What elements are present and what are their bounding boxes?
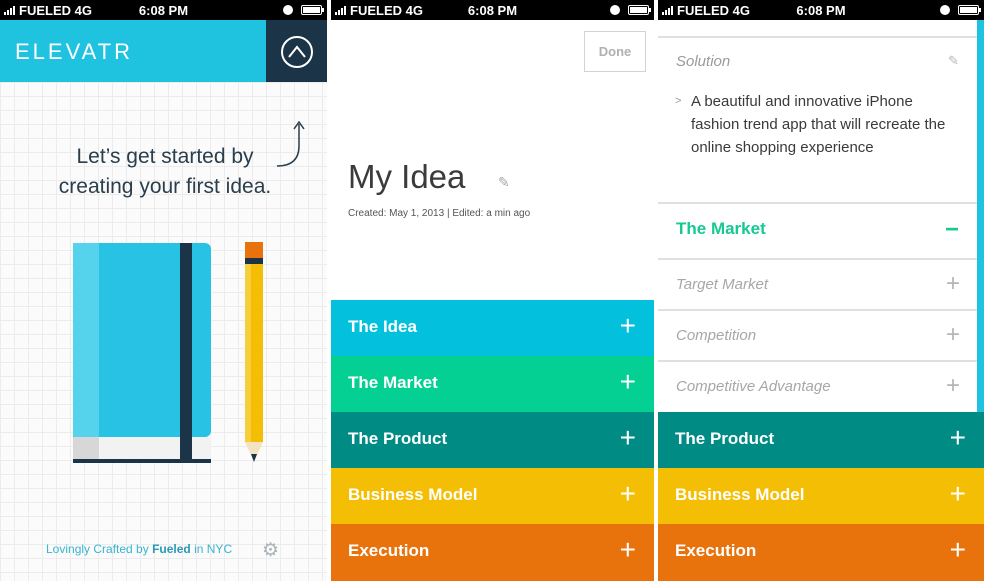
plus-icon[interactable]: +: [620, 423, 636, 453]
plus-icon[interactable]: +: [950, 423, 966, 453]
gear-icon[interactable]: ⚙: [262, 539, 279, 562]
section-label: The Product: [348, 429, 448, 448]
pencil-edit-icon[interactable]: ✎: [948, 53, 959, 69]
done-button[interactable]: Done: [584, 31, 646, 72]
status-time: 6:08 PM: [467, 3, 518, 18]
divider: [658, 258, 977, 260]
subsection-competitive-advantage[interactable]: Competitive Advantage: [676, 378, 831, 395]
status-bar: FUELED 4G 6:08 PM: [658, 0, 984, 20]
section-label: The Market: [348, 373, 438, 392]
welcome-line-2: creating your first idea.: [58, 175, 272, 198]
section-label: Business Model: [675, 485, 805, 504]
plus-icon[interactable]: +: [950, 535, 966, 565]
plus-icon[interactable]: +: [946, 321, 960, 349]
idea-screen: FUELED 4G 6:08 PM Done My Idea ✎ Created…: [331, 0, 654, 581]
up-button[interactable]: [266, 20, 327, 82]
plus-icon[interactable]: +: [620, 311, 636, 341]
section-the-product[interactable]: The Product +: [331, 412, 654, 468]
section-the-product[interactable]: The Product +: [658, 412, 984, 468]
divider: [658, 36, 977, 38]
battery-icon: [628, 5, 651, 15]
section-business-model[interactable]: Business Model +: [331, 468, 654, 524]
subsection-target-market[interactable]: Target Market: [676, 276, 768, 293]
welcome-message: Let’s get started by creating your first…: [20, 142, 310, 202]
status-time: 6:08 PM: [796, 3, 846, 18]
idea-title[interactable]: My Idea: [348, 158, 465, 196]
status-bar: FUELED 4G 6:08 PM: [331, 0, 654, 20]
plus-icon[interactable]: +: [620, 367, 636, 397]
caret-up-icon: [288, 45, 306, 58]
section-business-model[interactable]: Business Model +: [658, 468, 984, 524]
plus-icon[interactable]: +: [946, 270, 960, 298]
plus-icon[interactable]: +: [620, 535, 636, 565]
solution-text[interactable]: A beautiful and innovative iPhone fashio…: [691, 90, 951, 159]
plus-icon[interactable]: +: [950, 479, 966, 509]
footer-suffix: in NYC: [194, 542, 233, 556]
footer-brand-link[interactable]: Fueled: [152, 542, 191, 556]
divider: [658, 202, 977, 204]
plus-icon[interactable]: +: [620, 479, 636, 509]
status-time: 6:08 PM: [138, 3, 189, 18]
section-label: Execution: [675, 541, 757, 560]
idea-meta: Created: May 1, 2013 | Edited: a min ago: [348, 208, 531, 219]
subsection-competition[interactable]: Competition: [676, 327, 756, 344]
footer-prefix: Lovingly Crafted by: [46, 542, 149, 556]
alarm-icon: [610, 5, 620, 15]
welcome-screen: FUELED 4G 6:08 PM ELEVATR Let’s get star…: [0, 0, 327, 581]
plus-icon[interactable]: +: [946, 372, 960, 400]
pencil-illustration: [245, 242, 263, 462]
bullet-chevron-icon: >: [675, 95, 682, 107]
section-label: Business Model: [348, 485, 478, 504]
section-label: Execution: [348, 541, 430, 560]
section-the-market[interactable]: The Market +: [331, 356, 654, 412]
pencil-edit-icon[interactable]: ✎: [498, 174, 510, 191]
welcome-line-1: Let’s get started by: [76, 145, 254, 168]
solution-label: Solution: [676, 53, 731, 70]
divider: [658, 309, 977, 311]
market-heading[interactable]: The Market: [676, 219, 766, 239]
footer-credit: Lovingly Crafted by Fueled in NYC: [46, 542, 232, 556]
section-label: The Product: [675, 429, 775, 448]
status-bar: FUELED 4G 6:08 PM: [0, 0, 327, 20]
scroll-accent: [977, 20, 984, 412]
section-execution[interactable]: Execution +: [658, 524, 984, 581]
section-execution[interactable]: Execution +: [331, 524, 654, 581]
market-screen: FUELED 4G 6:08 PM Solution ✎ > A beautif…: [658, 0, 984, 581]
divider: [658, 360, 977, 362]
battery-icon: [301, 5, 324, 15]
section-the-idea[interactable]: The Idea +: [331, 300, 654, 356]
alarm-icon: [283, 5, 293, 15]
battery-icon: [958, 5, 981, 15]
alarm-icon: [940, 5, 950, 15]
section-label: The Idea: [348, 317, 417, 336]
minus-icon[interactable]: −: [945, 216, 959, 244]
app-logo: ELEVATR: [15, 39, 133, 64]
notebook-illustration: [73, 243, 211, 463]
